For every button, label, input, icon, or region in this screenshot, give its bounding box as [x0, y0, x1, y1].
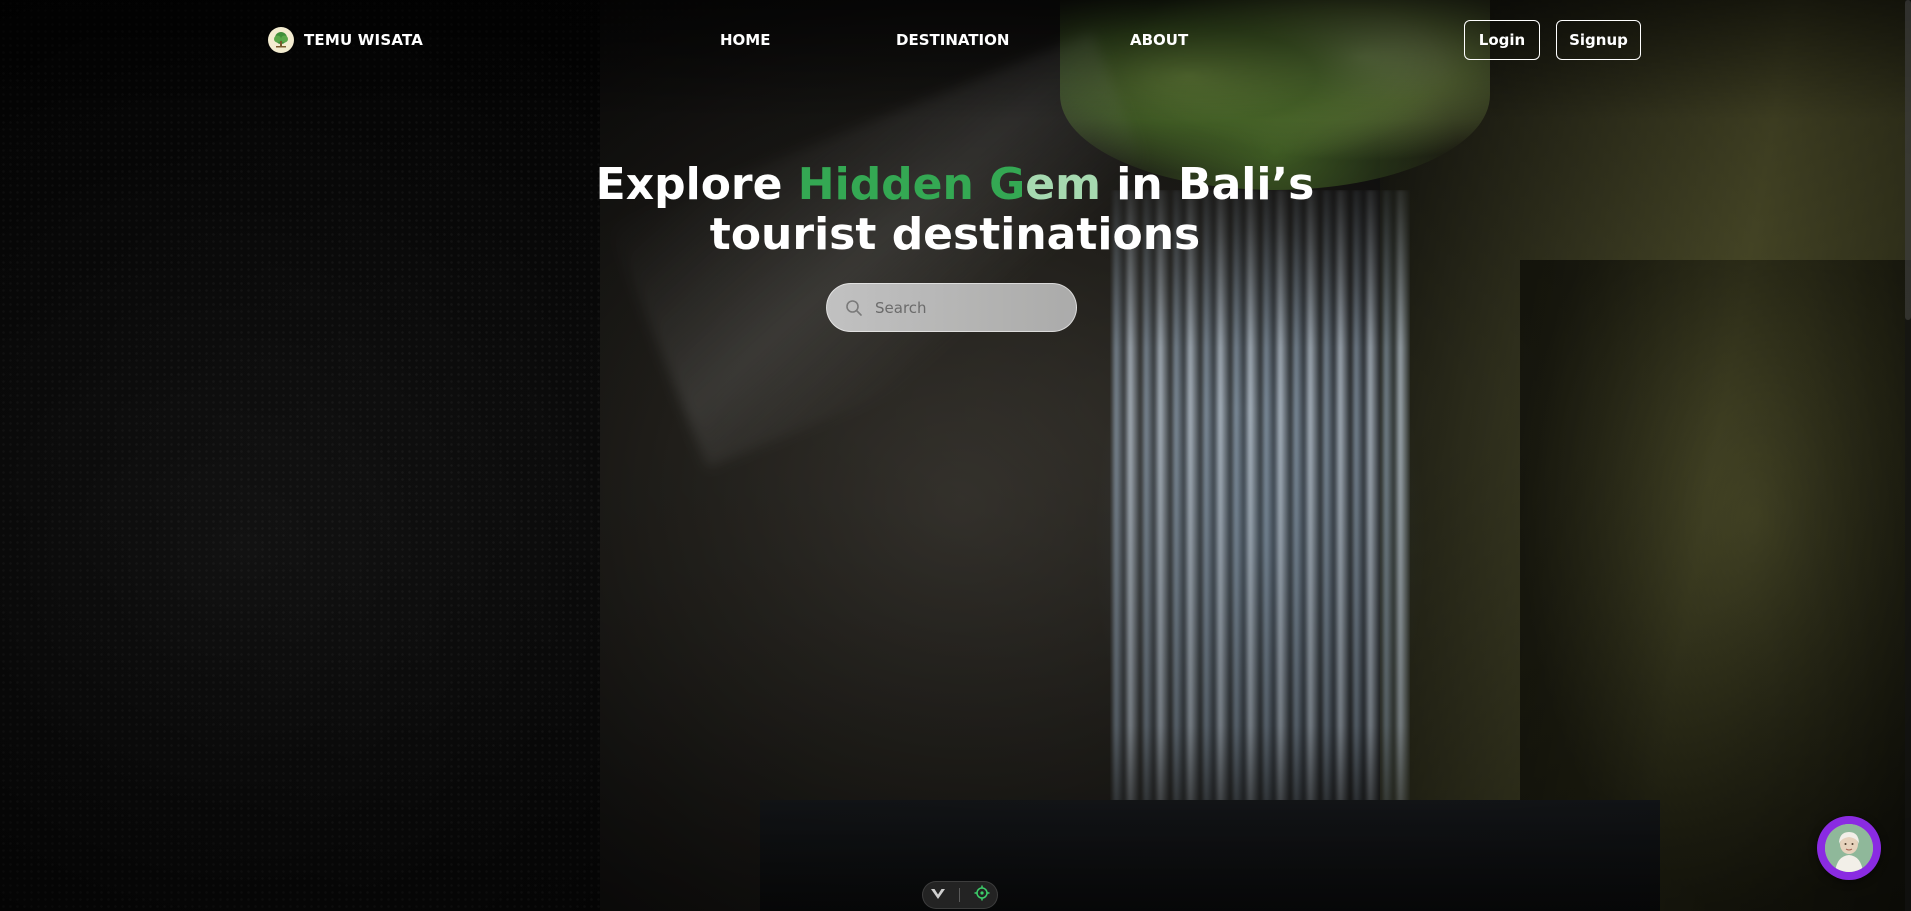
nav-link-home[interactable]: HOME	[720, 31, 770, 49]
vignette-overlay	[0, 0, 1911, 911]
landing-page: TEMU WISATA HOME DESTINATION ABOUT Login…	[0, 0, 1911, 911]
search-bar[interactable]	[826, 283, 1077, 332]
toolbar-divider	[959, 888, 961, 902]
login-button[interactable]: Login	[1464, 20, 1540, 60]
tree-logo-icon	[268, 27, 294, 53]
scrollbar-thumb[interactable]	[1905, 0, 1911, 320]
target-icon[interactable]	[974, 885, 990, 905]
nav-link-destination[interactable]: DESTINATION	[896, 31, 1009, 49]
hero-title: Explore Hidden Gem in Bali’s tourist des…	[505, 160, 1405, 260]
search-icon	[845, 299, 863, 317]
hero-title-part1: Explore	[595, 159, 798, 210]
brand-name: TEMU WISATA	[304, 31, 424, 49]
top-navbar: TEMU WISATA HOME DESTINATION ABOUT Login…	[0, 0, 1911, 80]
chat-assistant-button[interactable]	[1817, 816, 1881, 880]
dev-toolbar[interactable]	[922, 881, 998, 909]
hero-title-accent1: Hidden G	[797, 159, 1026, 210]
scrollbar[interactable]	[1905, 0, 1911, 911]
brand[interactable]: TEMU WISATA	[268, 27, 423, 53]
v-logo-icon[interactable]	[930, 886, 946, 905]
hero-background-image	[0, 0, 1911, 911]
signup-button[interactable]: Signup	[1556, 20, 1641, 60]
assistant-avatar	[1825, 824, 1873, 872]
nav-link-about[interactable]: ABOUT	[1130, 31, 1188, 49]
search-input[interactable]	[873, 297, 1057, 318]
hero-title-accent2: em	[1025, 159, 1101, 210]
